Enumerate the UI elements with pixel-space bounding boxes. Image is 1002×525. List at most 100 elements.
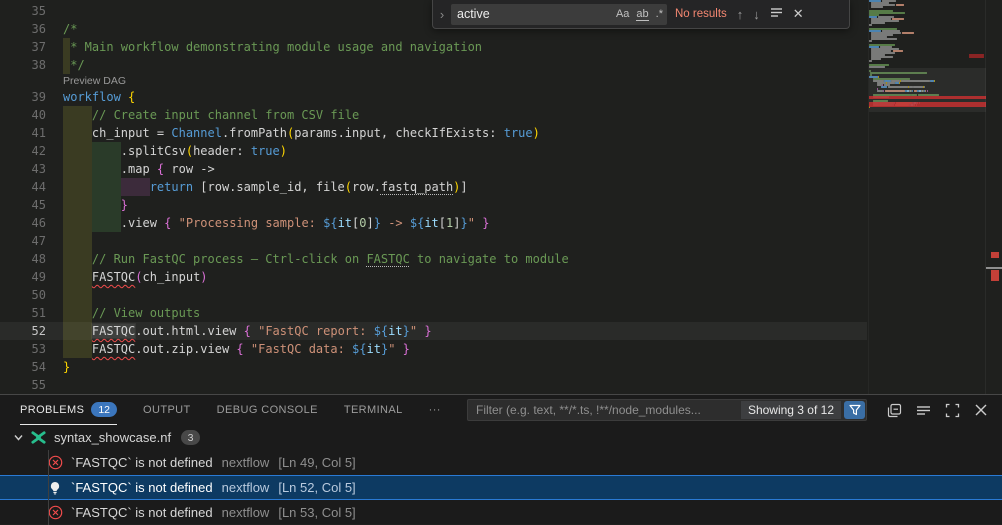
problems-file-count-badge: 3 [181, 430, 200, 445]
code-token: "FastQC report: [258, 324, 374, 338]
line-number[interactable]: 46 [0, 214, 46, 232]
code-line-54[interactable]: 54} [0, 358, 867, 376]
problem-row[interactable]: `FASTQC` is not definednextflow[Ln 53, C… [0, 500, 1002, 525]
code-token: } [121, 198, 128, 212]
regex-icon[interactable]: .* [656, 8, 663, 20]
panel-tab-problems[interactable]: PROBLEMS12 [20, 396, 117, 425]
problem-row[interactable]: `FASTQC` is not definednextflow[Ln 49, C… [0, 450, 1002, 475]
code-token: return [150, 180, 193, 194]
code-token: } [63, 360, 70, 374]
code-line-50[interactable]: 50 [0, 286, 867, 304]
code-token: ch_input = [63, 126, 171, 140]
line-number[interactable]: 48 [0, 250, 46, 268]
line-number[interactable]: 43 [0, 160, 46, 178]
code-token: [ [439, 216, 446, 230]
line-number[interactable]: 55 [0, 376, 46, 394]
line-number[interactable]: 54 [0, 358, 46, 376]
previous-match-icon[interactable]: ↑ [737, 7, 744, 22]
line-number[interactable]: 52 [0, 322, 46, 340]
code-token [63, 306, 92, 320]
line-number[interactable]: 39 [0, 88, 46, 106]
panel-tab--[interactable]: ··· [429, 396, 441, 425]
line-number[interactable]: 37 [0, 38, 46, 56]
close-panel-icon[interactable] [974, 403, 988, 417]
code-line-45[interactable]: 45 } [0, 196, 867, 214]
lightbulb-icon[interactable] [47, 481, 63, 495]
code-token: Channel [171, 126, 222, 140]
close-find-icon[interactable]: ✕ [793, 6, 804, 22]
minimap-code-mark [969, 56, 984, 58]
chevron-down-icon[interactable] [10, 432, 26, 443]
code-token: params.input, checkIfExists: [294, 126, 504, 140]
code-line-48[interactable]: 48 // Run FastQC process – Ctrl-click on… [0, 250, 867, 268]
toggle-replace-icon[interactable]: › [433, 7, 451, 22]
nextflow-file-icon [30, 429, 47, 446]
find-in-selection-icon[interactable] [770, 6, 783, 22]
code-token: .out.html.view [135, 324, 243, 338]
code-token: "FastQC data: [251, 342, 352, 356]
code-token: * Main workflow demonstrating module usa… [63, 40, 482, 54]
find-input[interactable]: active Aa ab .* [451, 4, 667, 25]
problems-file-row[interactable]: syntax_showcase.nf 3 [0, 425, 1002, 450]
code-line-43[interactable]: 43 .map { row -> [0, 160, 867, 178]
line-number[interactable]: 45 [0, 196, 46, 214]
minimap-code-mark [871, 58, 881, 60]
code-line-52[interactable]: 52 FASTQC.out.html.view { "FastQC report… [0, 322, 867, 340]
code-token: ${ [374, 324, 388, 338]
code-token: ( [345, 180, 352, 194]
indent-guide-tint [63, 232, 92, 250]
panel-tab-label: OUTPUT [143, 404, 191, 416]
line-number[interactable]: 51 [0, 304, 46, 322]
match-case-icon[interactable]: Aa [616, 8, 629, 20]
code-line-38[interactable]: 38 */ [0, 56, 867, 74]
line-number[interactable]: 40 [0, 106, 46, 124]
code-line-47[interactable]: 47 [0, 232, 867, 250]
overview-ruler[interactable] [985, 0, 1002, 394]
panel-tab-debug-console[interactable]: DEBUG CONSOLE [217, 396, 318, 425]
line-number[interactable]: 41 [0, 124, 46, 142]
code-text: } [63, 358, 70, 376]
collapse-all-icon[interactable] [887, 403, 902, 418]
code-line-40[interactable]: 40 // Create input channel from CSV file [0, 106, 867, 124]
whole-word-icon[interactable]: ab [636, 8, 648, 21]
panel-tab-output[interactable]: OUTPUT [143, 396, 191, 425]
filter-funnel-icon[interactable] [844, 401, 865, 419]
line-number[interactable]: 47 [0, 232, 46, 250]
maximize-panel-icon[interactable] [945, 403, 960, 418]
code-token: " [410, 324, 417, 338]
line-number[interactable]: 36 [0, 20, 46, 38]
code-line-53[interactable]: 53 FASTQC.out.zip.view { "FastQC data: $… [0, 340, 867, 358]
problems-filter-input[interactable]: Filter (e.g. text, **/*.ts, !**/node_mod… [467, 399, 867, 421]
line-number[interactable]: 50 [0, 286, 46, 304]
line-number[interactable]: 49 [0, 268, 46, 286]
problem-message: `FASTQC` is not defined [71, 480, 213, 495]
code-token: .fromPath [222, 126, 287, 140]
code-line-49[interactable]: 49 FASTQC(ch_input) [0, 268, 867, 286]
code-line-51[interactable]: 51 // View outputs [0, 304, 867, 322]
minimap[interactable] [868, 0, 986, 394]
line-number[interactable]: 53 [0, 340, 46, 358]
panel-tab-terminal[interactable]: TERMINAL [344, 396, 403, 425]
code-editor[interactable]: 3536/*37 * Main workflow demonstrating m… [0, 0, 1002, 394]
problem-row[interactable]: `FASTQC` is not definednextflow[Ln 52, C… [0, 475, 1002, 500]
find-query-text[interactable]: active [457, 7, 609, 21]
filter-placeholder: Filter (e.g. text, **/*.ts, !**/node_mod… [476, 403, 741, 417]
code-line-39[interactable]: 39 workflow { [0, 88, 867, 106]
view-as-table-icon[interactable] [916, 403, 931, 418]
line-number[interactable]: 38 [0, 56, 46, 74]
code-line-41[interactable]: 41 ch_input = Channel.fromPath(params.in… [0, 124, 867, 142]
code-line-46[interactable]: 46 .view { "Processing sample: ${it[0]} … [0, 214, 867, 232]
codelens-preview-dag[interactable]: Preview DAG [63, 74, 126, 88]
line-number[interactable]: 44 [0, 178, 46, 196]
code-line-55[interactable]: 55 [0, 376, 867, 394]
line-number[interactable]: 35 [0, 2, 46, 20]
code-token: ] [367, 216, 374, 230]
code-token [63, 198, 121, 212]
code-line-37[interactable]: 37 * Main workflow demonstrating module … [0, 38, 867, 56]
code-line-42[interactable]: 42 .splitCsv(header: true) [0, 142, 867, 160]
code-line-44[interactable]: 44 return [row.sample_id, file(row.fastq… [0, 178, 867, 196]
line-number[interactable]: 42 [0, 142, 46, 160]
next-match-icon[interactable]: ↓ [753, 7, 760, 22]
code-text: workflow { [63, 88, 135, 106]
code-token: FASTQC [92, 342, 135, 356]
